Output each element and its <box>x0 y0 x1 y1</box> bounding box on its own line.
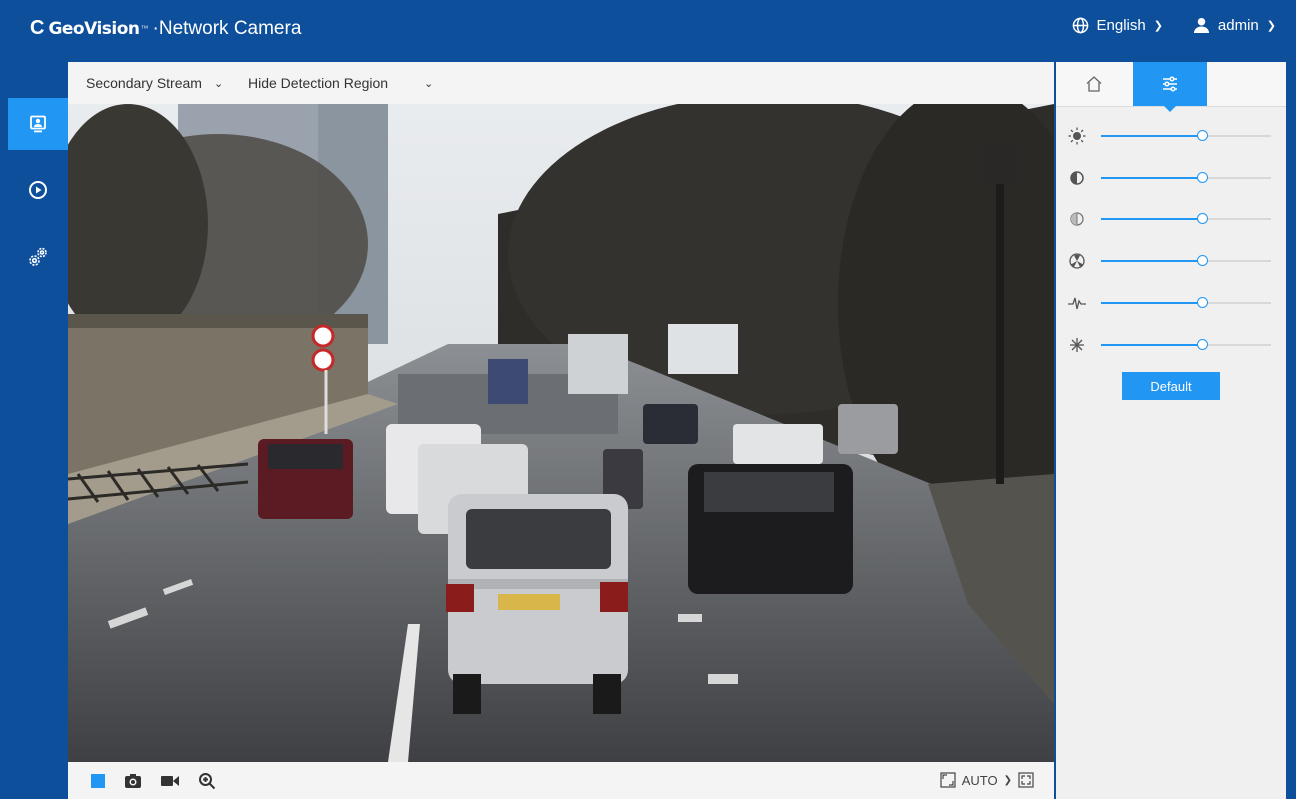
zoom-in-icon[interactable] <box>198 772 216 790</box>
stream-toolbar: Secondary Stream ⌄ Hide Detection Region… <box>68 62 1054 104</box>
top-right-menu: English ❯ admin ❯ <box>1072 17 1276 34</box>
brightness-slider[interactable] <box>1068 124 1278 148</box>
fullscreen-icon[interactable] <box>1018 772 1034 788</box>
backlight-icon <box>1070 338 1084 352</box>
adjust-icon <box>1163 76 1177 92</box>
main-viewer: Secondary Stream ⌄ Hide Detection Region… <box>68 62 1054 799</box>
sharpness-slider[interactable] <box>1068 249 1278 273</box>
top-bar: C GeoVision ™ ·Network Camera English ❯ … <box>0 0 1296 56</box>
brightness-icon <box>1068 127 1086 145</box>
nav-playback[interactable] <box>8 164 68 216</box>
brand: C GeoVision ™ ·Network Camera <box>30 17 301 40</box>
fit-icon[interactable] <box>940 772 956 788</box>
chevron-down-icon[interactable]: ❯ <box>1004 775 1012 786</box>
stream-selector[interactable]: Secondary Stream ⌄ <box>86 75 223 91</box>
user-label: admin <box>1217 17 1259 34</box>
logo-text: GeoVision <box>48 18 140 39</box>
user-menu[interactable]: admin ❯ <box>1193 17 1276 34</box>
noise-icon <box>1068 297 1086 310</box>
contrast-slider[interactable] <box>1068 166 1278 190</box>
video-frame-image <box>68 104 1054 762</box>
record-icon[interactable] <box>160 773 180 789</box>
user-icon <box>1193 17 1209 34</box>
backlight-slider[interactable] <box>1068 333 1278 357</box>
saturation-slider[interactable] <box>1068 207 1278 231</box>
detection-region-label: Hide Detection Region <box>248 75 389 91</box>
sharpness-icon <box>1069 253 1085 269</box>
detection-region-selector[interactable]: Hide Detection Region ⌄ <box>248 75 433 91</box>
nav-settings[interactable] <box>8 231 68 283</box>
stop-icon[interactable] <box>90 773 106 789</box>
snapshot-icon[interactable] <box>124 773 142 789</box>
globe-icon <box>1072 17 1088 34</box>
play-circle-icon <box>29 181 47 199</box>
slider-thumb[interactable] <box>1197 255 1208 266</box>
live-video-feed[interactable] <box>68 104 1054 762</box>
chevron-down-icon: ⌄ <box>213 77 224 90</box>
stream-selector-label: Secondary Stream <box>86 75 202 91</box>
chevron-down-icon: ❯ <box>1153 20 1163 32</box>
aspect-selector[interactable]: AUTO <box>962 773 998 788</box>
logo-mark: C <box>30 17 45 39</box>
image-adjust-panel: Default <box>1056 62 1286 799</box>
slider-thumb[interactable] <box>1197 172 1208 183</box>
tab-home[interactable] <box>1064 62 1124 106</box>
slider-thumb[interactable] <box>1197 130 1208 141</box>
contrast-icon <box>1070 171 1084 185</box>
saturation-icon <box>1070 212 1084 226</box>
slider-thumb[interactable] <box>1197 297 1208 308</box>
tab-adjust[interactable] <box>1133 62 1207 112</box>
panel-tabs <box>1056 62 1286 112</box>
window-frame <box>1286 56 1296 799</box>
noise-slider[interactable] <box>1068 291 1278 315</box>
chevron-down-icon: ⌄ <box>424 77 434 90</box>
slider-thumb[interactable] <box>1197 339 1208 350</box>
default-button[interactable]: Default <box>1122 372 1220 400</box>
monitor-icon <box>30 115 46 133</box>
product-title: ·Network Camera <box>152 17 302 39</box>
logo-trademark: ™ <box>140 24 149 33</box>
home-icon <box>1086 76 1102 92</box>
gears-icon <box>29 247 47 266</box>
video-controls: AUTO ❯ <box>68 762 1054 799</box>
slider-thumb[interactable] <box>1197 213 1208 224</box>
chevron-down-icon: ❯ <box>1266 20 1276 32</box>
language-selector[interactable]: English ❯ <box>1072 17 1163 34</box>
language-label: English <box>1096 17 1146 34</box>
nav-live-view[interactable] <box>8 98 68 150</box>
side-navigation <box>8 56 68 799</box>
